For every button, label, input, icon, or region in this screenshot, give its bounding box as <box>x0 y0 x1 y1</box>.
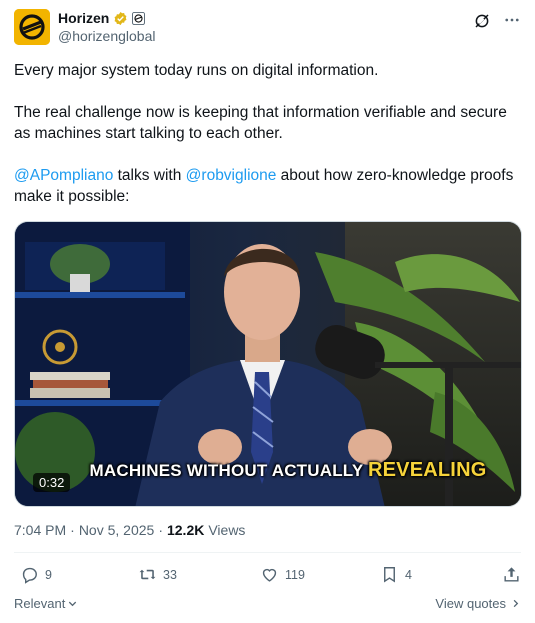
replies-footer: Relevant View quotes <box>14 596 521 614</box>
repost-button[interactable]: 33 <box>138 565 177 584</box>
horizen-logo-icon <box>14 9 50 45</box>
like-count: 119 <box>285 567 305 582</box>
heart-icon <box>262 568 277 582</box>
post-line-3: @APompliano talks with @robviglione abou… <box>14 165 520 207</box>
meta-separator: · <box>158 522 163 538</box>
share-icon <box>504 567 519 582</box>
post-line-2: The real challenge now is keeping that i… <box>14 104 507 142</box>
chevron-right-icon <box>513 599 519 608</box>
grok-icon[interactable] <box>473 12 491 30</box>
post-header: Horizen @horizenglobal <box>14 8 521 48</box>
share-button[interactable] <box>502 565 521 584</box>
video-caption: MACHINES WITHOUT ACTUALLY REVEALING <box>55 459 521 482</box>
divider <box>14 552 521 553</box>
bookmark-button[interactable]: 4 <box>380 565 412 584</box>
video-duration: 0:32 <box>33 473 71 492</box>
reply-count: 9 <box>45 567 52 582</box>
sort-dropdown[interactable]: Relevant <box>14 596 78 611</box>
affiliate-badge-icon <box>132 11 146 25</box>
video-caption-main: MACHINES WITHOUT ACTUALLY <box>89 461 368 480</box>
more-options-icon[interactable] <box>503 11 521 29</box>
avatar[interactable] <box>14 9 50 45</box>
post-line-1: Every major system today runs on digital… <box>14 62 379 79</box>
video-player[interactable]: MACHINES WITHOUT ACTUALLY REVEALING 0:32 <box>14 221 522 507</box>
chevron-down-icon <box>69 601 77 607</box>
post-time[interactable]: 7:04 PM <box>14 522 66 538</box>
views-label: Views <box>208 522 246 538</box>
bookmark-icon <box>384 567 395 583</box>
post-meta: 7:04 PM · Nov 5, 2025 · 12.2K Views <box>14 522 245 538</box>
verified-badge-icon <box>114 11 127 25</box>
reply-icon <box>22 567 37 584</box>
view-quotes-link[interactable]: View quotes <box>435 596 521 611</box>
like-button[interactable]: 119 <box>260 565 305 584</box>
reply-button[interactable]: 9 <box>20 565 52 584</box>
views-count: 12.2K <box>166 522 205 538</box>
post-text-mid: talks with <box>113 167 186 184</box>
mention-link-robviglione[interactable]: @robviglione <box>186 167 277 184</box>
meta-separator: · <box>70 522 75 538</box>
repost-icon <box>139 569 156 580</box>
action-bar: 9 33 119 4 <box>14 565 521 589</box>
mention-link-apompliano[interactable]: @APompliano <box>14 167 113 184</box>
repost-count: 33 <box>163 567 177 582</box>
display-name[interactable]: Horizen <box>58 10 109 26</box>
post-date[interactable]: Nov 5, 2025 <box>79 522 155 538</box>
video-caption-highlight: REVEALING <box>367 459 487 481</box>
name-row: Horizen <box>58 9 146 27</box>
post-text: Every major system today runs on digital… <box>14 60 520 207</box>
handle[interactable]: @horizenglobal <box>58 28 156 44</box>
bookmark-count: 4 <box>405 567 412 582</box>
sort-label: Relevant <box>14 596 66 611</box>
view-quotes-label: View quotes <box>435 596 506 611</box>
